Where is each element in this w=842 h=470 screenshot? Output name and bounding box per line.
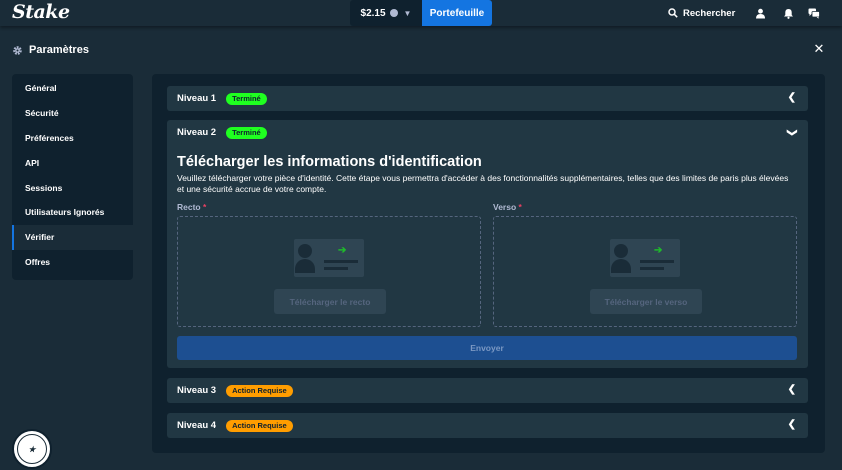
sidebar-item-security[interactable]: Sécurité	[12, 101, 133, 126]
status-badge: Action Requise	[226, 419, 293, 432]
upload-title: Télécharger les informations d'identific…	[177, 154, 482, 170]
sidebar-item-offers[interactable]: Offres	[12, 250, 133, 275]
upload-back-button[interactable]: Télécharger le verso	[590, 289, 702, 314]
id-card-icon: ➔	[610, 239, 680, 277]
required-mark: *	[203, 202, 207, 212]
gear-icon	[13, 45, 22, 55]
back-label: Verso *	[493, 202, 522, 212]
level-title: Niveau 1	[177, 93, 217, 104]
status-badge: Terminé	[226, 92, 267, 105]
chevron-left-icon: ❮	[787, 419, 796, 430]
settings-sidebar: Général Sécurité Préférences API Session…	[12, 74, 133, 280]
chevron-down-icon: ❮	[786, 128, 798, 137]
sidebar-item-api[interactable]: API	[12, 150, 133, 175]
upload-description: Veuillez télécharger votre pièce d'ident…	[177, 173, 789, 194]
chevron-left-icon: ❮	[787, 92, 796, 103]
front-dropzone[interactable]: ➔ Télécharger le recto	[177, 216, 481, 327]
level-4-row[interactable]: Niveau 4 Action Requise ❮	[167, 413, 808, 438]
chevron-down-icon: ▼	[403, 8, 412, 18]
level-3-row[interactable]: Niveau 3 Action Requise ❮	[167, 378, 808, 403]
chat-icon[interactable]	[806, 5, 822, 21]
sidebar-item-sessions[interactable]: Sessions	[12, 175, 133, 200]
close-icon[interactable]: ✕	[812, 41, 826, 56]
front-label: Recto *	[177, 202, 207, 212]
sidebar-item-preferences[interactable]: Préférences	[12, 126, 133, 151]
balance-selector[interactable]: $2.15 ▼	[350, 0, 422, 26]
level-title: Niveau 4	[177, 420, 217, 431]
balance-amount: $2.15	[360, 7, 386, 19]
verification-panel: Niveau 1 Terminé ❮ Niveau 2 Terminé ❮ Té…	[152, 74, 825, 453]
back-dropzone[interactable]: ➔ Télécharger le verso	[493, 216, 797, 327]
seal-logo: ★	[17, 434, 47, 464]
upload-front-button[interactable]: Télécharger le recto	[274, 289, 386, 314]
settings-header: Paramètres	[12, 44, 89, 56]
stake-logo[interactable]: Stake	[12, 1, 70, 23]
sidebar-item-ignored-users[interactable]: Utilisateurs Ignorés	[12, 200, 133, 225]
submit-button[interactable]: Envoyer	[177, 336, 797, 360]
level-2-row[interactable]: Niveau 2 Terminé ❮	[167, 120, 808, 145]
seal-badge-icon[interactable]: ★	[12, 429, 52, 469]
search-label: Rechercher	[683, 7, 736, 19]
search-icon	[668, 8, 678, 18]
chevron-left-icon: ❮	[787, 384, 796, 395]
sidebar-item-verify[interactable]: Vérifier	[12, 224, 133, 250]
level-title: Niveau 3	[177, 385, 217, 396]
search-button[interactable]: Rechercher	[668, 0, 735, 26]
wallet-button[interactable]: Portefeuille	[422, 0, 492, 26]
level-1-row[interactable]: Niveau 1 Terminé ❮	[167, 86, 808, 111]
status-badge: Action Requise	[226, 384, 293, 397]
sidebar-item-general[interactable]: Général	[12, 76, 133, 101]
top-bar: Stake $2.15 ▼ Portefeuille Rechercher	[0, 0, 842, 26]
id-card-icon: ➔	[294, 239, 364, 277]
settings-title: Paramètres	[29, 44, 89, 56]
required-mark: *	[518, 202, 522, 212]
status-badge: Terminé	[226, 126, 267, 139]
currency-icon	[389, 9, 398, 17]
level-2-section: Niveau 2 Terminé ❮ Télécharger les infor…	[167, 120, 808, 368]
level-title: Niveau 2	[177, 127, 217, 138]
bell-icon[interactable]	[780, 5, 796, 21]
user-icon[interactable]	[752, 5, 768, 21]
